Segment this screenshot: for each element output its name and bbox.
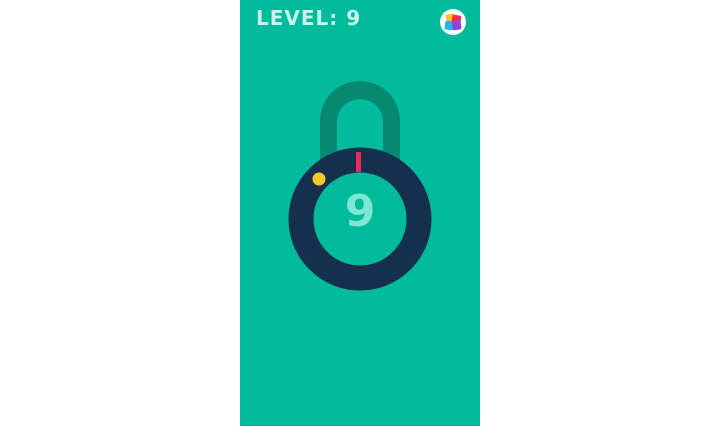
remaining-count: 9 [344, 186, 376, 237]
rotating-needle [356, 152, 361, 172]
game-screen[interactable]: LEVEL: 9 9 [240, 0, 480, 426]
